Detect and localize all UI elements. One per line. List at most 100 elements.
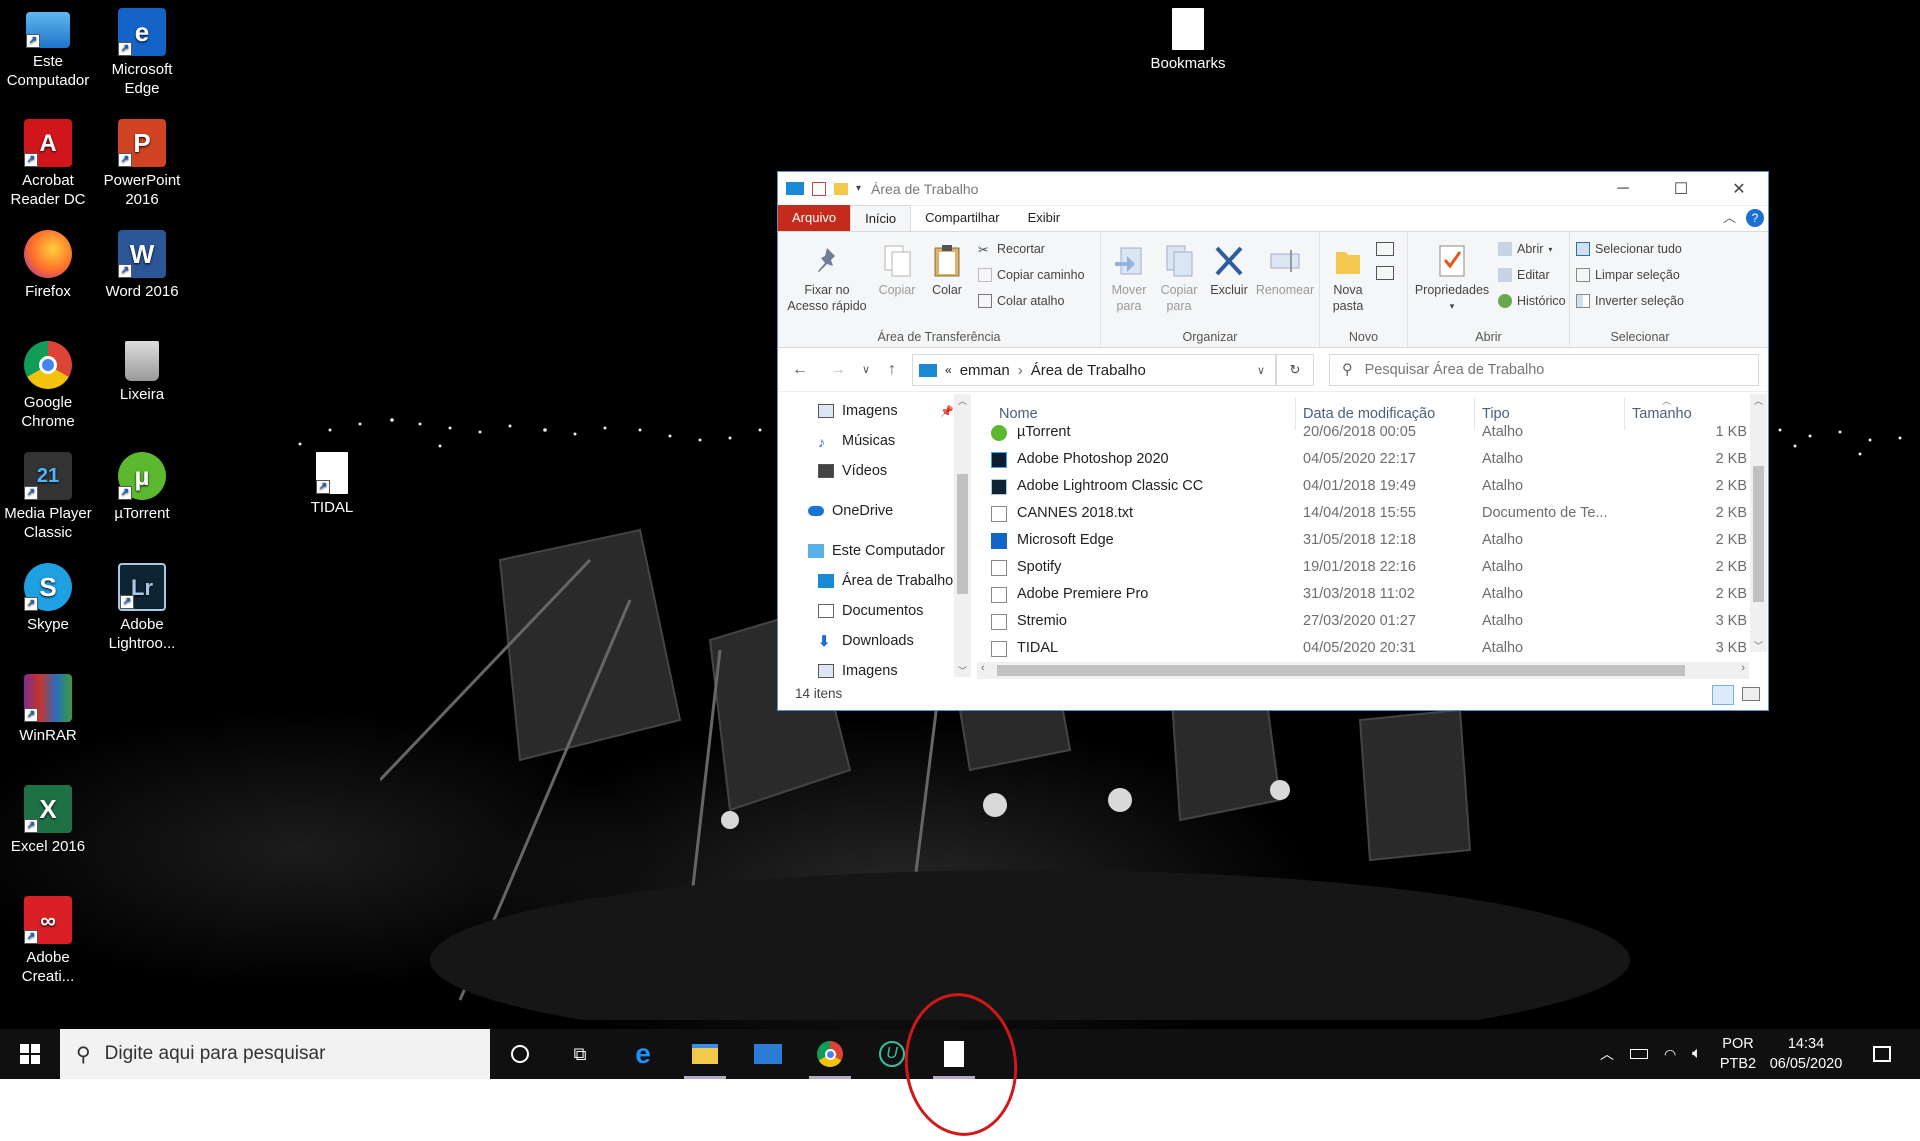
horizontal-scrollbar[interactable]: ‹ › [977, 662, 1749, 679]
desktop-icon-lixeira[interactable]: Lixeira [94, 333, 190, 404]
help-icon[interactable]: ? [1746, 209, 1764, 227]
properties-quick-icon[interactable] [812, 181, 826, 196]
desktop-icon-word[interactable]: W ↗ Word 2016 [94, 222, 190, 301]
invert-selection-button[interactable]: Inverter seleção [1576, 294, 1684, 308]
desktop-icon-skype[interactable]: S ↗ Skype [0, 555, 96, 634]
file-row[interactable]: TIDAL 04/05/2020 20:31 Atalho 3 KB [977, 636, 1747, 663]
large-icons-view-icon[interactable] [1742, 687, 1760, 701]
nav-pane-scrollbar[interactable]: ︿ ﹀ [954, 394, 971, 677]
scroll-up-icon[interactable]: ︿ [1750, 394, 1767, 407]
back-arrow-icon[interactable]: ← [792, 361, 808, 379]
wifi-icon[interactable]: ◠ [1664, 1046, 1676, 1063]
move-to-button[interactable]: Mover para [1105, 244, 1153, 314]
task-view-button[interactable]: ⧉ [550, 1029, 610, 1079]
navigation-pane[interactable]: Imagens 📌 ♪ Músicas Vídeos OneDrive Este … [778, 394, 977, 679]
desktop-icon-firefox[interactable]: Firefox [0, 222, 96, 301]
nav-item-onedrive[interactable]: OneDrive [808, 498, 977, 524]
desktop-icon-acrobat[interactable]: A ↗ Acrobat Reader DC [0, 111, 96, 209]
battery-icon[interactable] [1630, 1049, 1648, 1059]
desktop-icon-bookmarks[interactable]: Bookmarks [1140, 0, 1236, 73]
easy-access-icon[interactable] [1376, 266, 1394, 280]
scrollbar-thumb[interactable] [957, 474, 968, 594]
taskbar-edge[interactable]: e [613, 1029, 673, 1079]
tab-exibir[interactable]: Exibir [1014, 205, 1075, 231]
file-row[interactable]: Adobe Photoshop 2020 04/05/2020 22:17 At… [977, 447, 1747, 474]
clock[interactable]: 14:34 06/05/2020 [1764, 1034, 1848, 1074]
address-bar[interactable]: « emman › Área de Trabalho ∨ [912, 354, 1276, 386]
desktop-icon-powerpoint[interactable]: P ↗ PowerPoint 2016 [94, 111, 190, 209]
file-row[interactable]: Adobe Lightroom Classic CC 04/01/2018 19… [977, 474, 1747, 501]
file-row[interactable]: µTorrent 20/06/2018 00:05 Atalho 1 KB [977, 425, 1747, 447]
forward-arrow-icon[interactable]: → [830, 361, 846, 379]
taskbar-mail[interactable] [738, 1029, 798, 1079]
details-view-icon[interactable] [1712, 685, 1734, 705]
taskbar-file-explorer[interactable] [675, 1029, 735, 1079]
language-indicator[interactable]: POR PTB2 [1714, 1034, 1762, 1074]
scroll-up-icon[interactable]: ︿ [954, 394, 971, 407]
cortana-button[interactable] [490, 1029, 550, 1079]
pin-icon[interactable]: 📌 [940, 405, 954, 418]
properties-button[interactable]: Propriedades ▾ [1410, 244, 1494, 314]
tab-compartilhar[interactable]: Compartilhar [911, 205, 1013, 231]
select-all-button[interactable]: Selecionar tudo [1576, 242, 1682, 256]
volume-icon[interactable]: 🔈︎ [1692, 1045, 1702, 1063]
taskbar-chrome[interactable] [800, 1029, 860, 1079]
desktop-icon-lightroom[interactable]: Lr ↗ Adobe Lightroo... [94, 555, 190, 653]
scroll-down-icon[interactable]: ﹀ [1750, 639, 1767, 652]
title-bar[interactable]: ▾ Área de Trabalho ─ ☐ ✕ [778, 172, 1768, 206]
search-input[interactable]: ⚲ Pesquisar Área de Trabalho [1329, 354, 1759, 386]
pin-quick-access-button[interactable]: Fixar no Acesso rápido [782, 244, 872, 314]
collapse-ribbon-icon[interactable]: ︿ [1723, 205, 1736, 231]
breadcrumb-desktop[interactable]: Área de Trabalho [1031, 362, 1146, 379]
file-list[interactable]: Nome Data de modificação Tipo Tamanho ︿ … [977, 394, 1769, 679]
column-header-size[interactable]: Tamanho [1632, 406, 1692, 422]
copy-button[interactable]: Copiar [874, 244, 920, 298]
edit-button[interactable]: Editar [1498, 268, 1550, 282]
scrollbar-thumb[interactable] [1753, 466, 1764, 602]
file-list-scrollbar[interactable]: ︿ ﹀ [1750, 394, 1767, 652]
desktop-icon-microsoft-edge[interactable]: e ↗ Microsoft Edge [94, 0, 190, 98]
desktop-icon-este-computador[interactable]: ↗ Este Computador [0, 0, 96, 90]
desktop-icon-winrar[interactable]: ↗ WinRAR [0, 666, 96, 745]
new-folder-button[interactable]: Nova pasta [1324, 244, 1372, 314]
nav-item-este-computador[interactable]: Este Computador [808, 538, 977, 564]
select-none-button[interactable]: Limpar seleção [1576, 268, 1680, 282]
refresh-button[interactable]: ↻ [1276, 354, 1314, 386]
copy-to-button[interactable]: Copiar para [1155, 244, 1203, 314]
desktop-icon-tidal[interactable]: ↗ TIDAL [284, 444, 380, 517]
column-header-type[interactable]: Tipo [1482, 406, 1510, 422]
breadcrumb-user[interactable]: emman [960, 362, 1010, 379]
nav-item-imagens[interactable]: Imagens 📌 [818, 398, 954, 424]
address-overflow[interactable]: « [945, 363, 952, 377]
nav-item-area-de-trabalho[interactable]: Área de Trabalho [818, 568, 954, 594]
history-button[interactable]: Histórico [1498, 294, 1566, 308]
desktop-icon-media-player[interactable]: 21 ↗ Media Player Classic [0, 444, 96, 542]
cut-button[interactable]: ✂ Recortar [978, 242, 1045, 257]
file-row[interactable]: Microsoft Edge 31/05/2018 12:18 Atalho 2… [977, 528, 1747, 555]
scroll-down-icon[interactable]: ﹀ [954, 664, 971, 677]
show-hidden-icons-icon[interactable]: ︿ [1600, 1044, 1614, 1064]
copy-path-button[interactable]: Copiar caminho [978, 268, 1085, 282]
recent-locations-icon[interactable]: ∨ [862, 363, 870, 376]
maximize-button[interactable]: ☐ [1652, 172, 1710, 206]
open-button[interactable]: Abrir ▾ [1498, 242, 1552, 256]
start-button[interactable] [0, 1029, 60, 1079]
tab-arquivo[interactable]: Arquivo [778, 205, 851, 231]
chevron-down-icon[interactable]: ▾ [856, 183, 861, 194]
address-dropdown-icon[interactable]: ∨ [1257, 364, 1265, 377]
desktop-icon-chrome[interactable]: Google Chrome [0, 333, 96, 431]
desktop-icon-creative-cloud[interactable]: ∞ ↗ Adobe Creati... [0, 888, 96, 986]
minimize-button[interactable]: ─ [1594, 172, 1652, 206]
desktop-icon-excel[interactable]: X ↗ Excel 2016 [0, 777, 96, 856]
scroll-left-icon[interactable]: ‹ [981, 662, 985, 674]
paste-shortcut-button[interactable]: Colar atalho [978, 294, 1064, 308]
close-button[interactable]: ✕ [1710, 172, 1768, 206]
tab-inicio[interactable]: Início [850, 205, 912, 231]
rename-button[interactable]: Renomear [1253, 244, 1317, 298]
delete-button[interactable]: Excluir [1207, 244, 1251, 298]
scroll-right-icon[interactable]: › [1741, 662, 1745, 674]
file-row[interactable]: Spotify 19/01/2018 22:16 Atalho 2 KB [977, 555, 1747, 582]
new-item-icon[interactable] [1376, 242, 1394, 256]
paste-button[interactable]: Colar [924, 244, 970, 298]
column-header-date[interactable]: Data de modificação [1303, 406, 1435, 422]
